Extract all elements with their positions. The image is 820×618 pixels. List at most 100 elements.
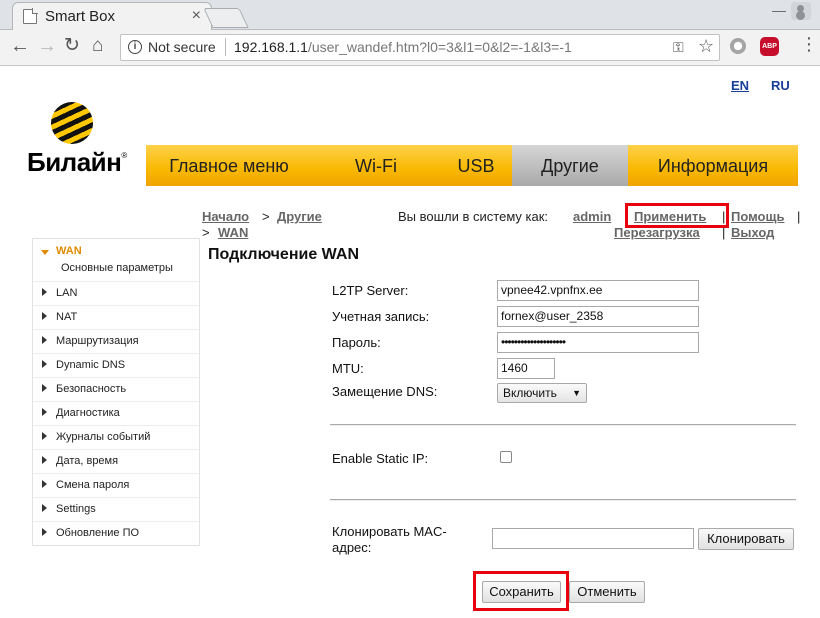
sidebar-item-logs[interactable]: Журналы событий [33,425,199,449]
url-text[interactable]: 192.168.1.1/user_wandef.htm?l0=3&l1=0&l2… [234,39,572,55]
account-label: Учетная запись: [332,309,430,324]
browser-tab[interactable]: Smart Box × [12,2,212,30]
star-icon[interactable]: ☆ [698,36,714,57]
caret-right-icon [42,432,47,440]
sidebar-subitem-basic[interactable]: Основные параметры [61,262,173,274]
forward-icon[interactable]: → [37,35,57,57]
minimize-icon[interactable]: — [772,2,786,18]
key-icon[interactable]: ⚿ [673,39,684,56]
home-icon[interactable]: ⌂ [92,35,103,57]
account-input[interactable]: fornex@user_2358 [497,306,699,327]
lang-ru-link[interactable]: RU [771,78,790,93]
nav-usb[interactable]: USB [440,145,512,186]
caret-right-icon [42,528,47,536]
caret-right-icon [42,480,47,488]
sidebar-item-lan[interactable]: LAN [33,281,199,305]
caret-right-icon [42,384,47,392]
user-link[interactable]: admin [573,209,611,224]
address-bar[interactable]: i Not secure 192.168.1.1/user_wandef.htm… [120,34,720,61]
sidebar-item-label: NAT [56,311,78,323]
server-label: L2TP Server: [332,283,409,298]
nav-wifi[interactable]: Wi-Fi [312,145,440,186]
profile-icon[interactable] [791,2,811,20]
nav-other[interactable]: Другие [512,145,628,186]
lang-en-link[interactable]: EN [731,78,749,93]
sidebar-item-routing[interactable]: Маршрутизация [33,329,199,353]
dns-label: Замещение DNS: [332,384,438,399]
url-path: /user_wandef.htm?l0=3&l1=0&l2=-1&l3=-1 [307,39,572,55]
sidebar-item-password[interactable]: Смена пароля [33,473,199,497]
mac-clone-label: Клонировать MAC-адрес: [332,524,447,555]
divider [225,38,226,56]
browser-toolbar: ← → ↻ ⌂ i Not secure 192.168.1.1/user_wa… [0,30,820,66]
password-label: Пароль: [332,335,381,350]
menu-icon[interactable]: ⋮ [800,34,818,55]
logout-link[interactable]: Выход [731,225,774,240]
sidebar: WAN Основные параметры LAN NAT Маршрутиз… [32,238,200,546]
breadcrumb-other[interactable]: Другие [277,209,322,224]
logo-text: Билайн [27,147,122,177]
browser-tab-bar: Smart Box × — [0,0,820,30]
security-status[interactable]: Not secure [148,39,216,55]
save-button[interactable]: Сохранить [482,581,561,603]
breadcrumb-wan[interactable]: WAN [218,225,248,240]
main-nav: Главное меню Wi-Fi USB Другие Информация [146,145,798,186]
sidebar-item-label: Settings [56,503,96,515]
caret-right-icon [42,504,47,512]
mtu-label: MTU: [332,361,364,376]
caret-right-icon [42,456,47,464]
reload-icon[interactable]: ↻ [64,35,80,57]
sidebar-item-label: Обновление ПО [56,527,140,539]
url-host: 192.168.1.1 [234,39,308,55]
sidebar-item-firmware[interactable]: Обновление ПО [33,521,199,545]
logo: Билайн® [27,147,127,178]
sidebar-item-label: Dynamic DNS [56,359,126,371]
caret-right-icon [42,360,47,368]
server-input[interactable]: vpnee42.vpnfnx.ee [497,280,699,301]
adblock-icon[interactable]: ABP [760,37,779,56]
extension-icon[interactable] [730,38,746,54]
dns-select[interactable]: Включить ▼ [497,383,587,403]
mac-input[interactable] [492,528,694,549]
sidebar-item-label: Смена пароля [56,479,130,491]
dns-select-value: Включить [503,386,557,400]
sidebar-item-diagnostics[interactable]: Диагностика [33,401,199,425]
caret-right-icon [42,288,47,296]
breadcrumb-separator: > [262,209,270,224]
static-ip-label: Enable Static IP: [332,451,429,466]
link-separator: | [797,209,801,224]
sidebar-item-label: Маршрутизация [56,335,139,347]
nav-main-menu[interactable]: Главное меню [146,145,312,186]
caret-down-icon [41,250,49,255]
cancel-button[interactable]: Отменить [569,581,645,603]
nav-info[interactable]: Информация [628,145,798,186]
sidebar-item-settings[interactable]: Settings [33,497,199,521]
sidebar-item-wan[interactable]: WAN Основные параметры [33,239,199,281]
breadcrumb-home[interactable]: Начало [202,209,249,224]
sidebar-item-datetime[interactable]: Дата, время [33,449,199,473]
mtu-input[interactable]: 1460 [497,358,555,379]
clone-button[interactable]: Клонировать [698,528,794,550]
sidebar-item-nat[interactable]: NAT [33,305,199,329]
caret-right-icon [42,312,47,320]
sidebar-item-label: Дата, время [56,455,119,467]
tab-title: Smart Box [45,8,116,25]
sidebar-item-ddns[interactable]: Dynamic DNS [33,353,199,377]
page-title: Подключение WAN [208,246,359,263]
help-link[interactable]: Помощь [731,209,784,224]
back-icon[interactable]: ← [10,35,30,57]
apply-highlight-box [625,203,729,228]
page-icon [23,8,38,24]
breadcrumb-separator: > [202,225,210,240]
static-ip-checkbox[interactable] [500,451,512,463]
caret-right-icon [42,336,47,344]
caret-right-icon [42,408,47,416]
close-icon[interactable]: × [192,7,201,25]
sidebar-item-security[interactable]: Безопасность [33,377,199,401]
sidebar-item-label: LAN [56,287,78,299]
info-icon[interactable]: i [128,40,142,54]
divider [330,499,796,501]
sidebar-item-label: Безопасность [56,383,127,395]
password-input[interactable]: •••••••••••••••••••• [497,332,699,353]
sidebar-item-label: Диагностика [56,407,120,419]
